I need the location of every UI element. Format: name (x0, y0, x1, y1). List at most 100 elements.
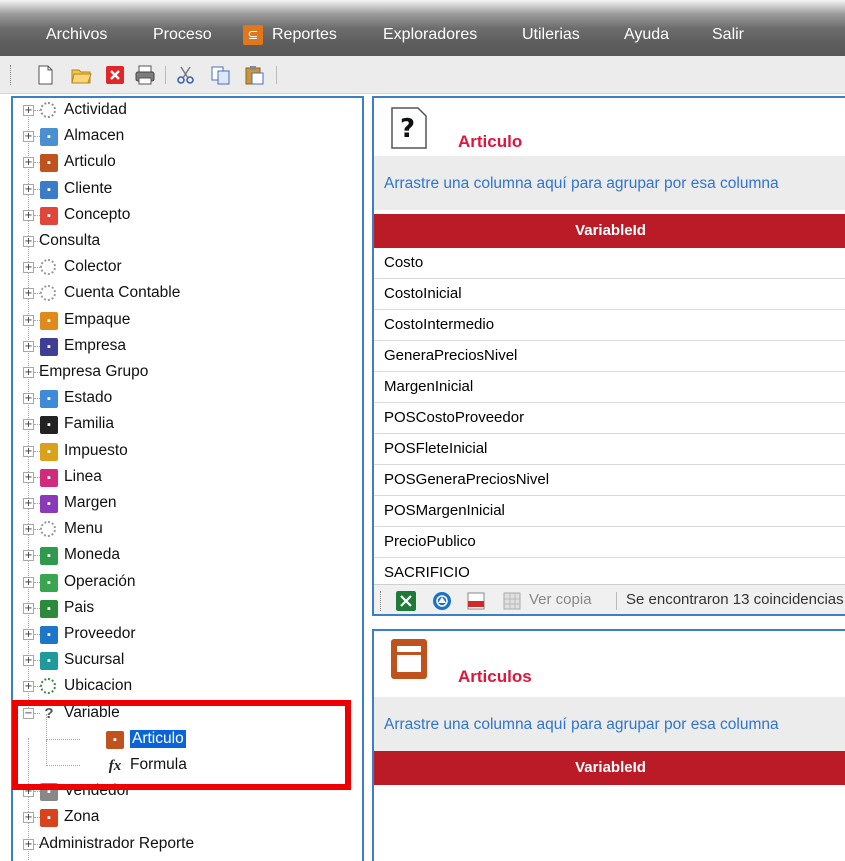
table-row[interactable]: POSGeneraPreciosNivel (374, 465, 845, 496)
expand-icon[interactable]: + (23, 524, 34, 536)
cut-icon[interactable] (175, 64, 197, 86)
group-by-bar[interactable]: Arrastre una columna aquí para agrupar p… (374, 697, 845, 751)
tree-item-label: Estado (64, 389, 113, 407)
tree-item-pais[interactable]: + ▪ Pais (13, 596, 362, 622)
expand-icon[interactable]: + (23, 131, 34, 143)
menu-bar: Archivos Proceso ⊆ Reportes Exploradores… (0, 0, 845, 56)
tree-item-empresa[interactable]: + ▪ Empresa (13, 334, 362, 360)
group-by-hint: Arrastre una columna aquí para agrupar p… (384, 175, 779, 192)
expand-icon[interactable]: + (23, 236, 34, 247)
panel-articulo: ? Articulo Arrastre una columna aquí par… (372, 96, 845, 616)
tree-item-administrador-reporte[interactable]: + Administrador Reporte (13, 832, 362, 858)
pdf-icon[interactable] (466, 591, 486, 611)
group-by-bar[interactable]: Arrastre una columna aquí para agrupar p… (374, 156, 845, 210)
expand-icon[interactable]: + (23, 812, 34, 824)
menu-ayuda[interactable]: Ayuda (624, 26, 669, 44)
tree-item-colector[interactable]: + Colector (13, 255, 362, 281)
expand-icon[interactable]: + (23, 629, 34, 640)
tree-item-ubicacion[interactable]: + Ubicacion (13, 674, 362, 700)
tree-item-familia[interactable]: + ▪ Familia (13, 412, 362, 438)
tree-item-label: Sucursal (64, 651, 125, 669)
tree-item-label: Articulo (64, 153, 116, 171)
expand-icon[interactable]: + (23, 419, 34, 431)
menu-reportes[interactable]: Reportes (272, 26, 337, 44)
tree-item-label: Colector (64, 258, 122, 276)
open-folder-icon[interactable] (70, 64, 92, 86)
tree-item-label: Menu (64, 520, 103, 538)
tree-item-articulo[interactable]: + ▪ Articulo (13, 150, 362, 176)
expand-icon[interactable]: + (23, 655, 34, 667)
tree-item-linea[interactable]: + ▪ Linea (13, 465, 362, 491)
tree-item-impuesto[interactable]: + ▪ Impuesto (13, 439, 362, 465)
table-row[interactable]: CostoIntermedio (374, 310, 845, 341)
expand-icon[interactable]: + (23, 471, 34, 483)
expand-icon[interactable]: + (23, 340, 34, 352)
ver-copia-button[interactable]: Ver copia (529, 591, 592, 608)
table-row[interactable]: POSCostoProveedor (374, 403, 845, 434)
table-row[interactable]: Costo (374, 248, 845, 279)
table-row[interactable]: POSFleteInicial (374, 434, 845, 465)
expand-icon[interactable]: + (23, 550, 34, 562)
sync-icon[interactable] (432, 591, 452, 611)
expand-icon[interactable]: + (23, 262, 34, 274)
flag-icon: ▪ (40, 599, 58, 618)
expand-icon[interactable]: + (23, 681, 34, 693)
table-row[interactable]: MargenInicial (374, 372, 845, 403)
menu-salir[interactable]: Salir (712, 26, 744, 44)
tree-item-proveedor[interactable]: + ▪ Proveedor (13, 622, 362, 648)
expand-icon[interactable]: + (23, 157, 34, 169)
expand-icon[interactable]: + (23, 838, 34, 850)
expand-icon[interactable]: + (23, 602, 34, 614)
expand-icon[interactable]: + (23, 498, 34, 509)
tree-item-empaque[interactable]: + ▪ Empaque (13, 308, 362, 334)
print-icon[interactable] (134, 64, 156, 86)
expand-icon[interactable]: + (23, 393, 34, 405)
grid-view-icon[interactable] (502, 591, 522, 611)
column-header-variableid[interactable]: VariableId (374, 214, 845, 248)
tree-item-concepto[interactable]: + ▪ Concepto (13, 203, 362, 229)
copy-icon[interactable] (210, 64, 232, 86)
expand-icon[interactable]: + (23, 367, 34, 378)
excel-icon[interactable] (396, 591, 416, 611)
tree-item-menu[interactable]: + Menu (13, 517, 362, 543)
menu-utilerias[interactable]: Utilerias (522, 26, 580, 44)
gear-icon (40, 102, 56, 118)
plus-circle-icon: ▪ (40, 573, 58, 592)
expand-icon[interactable]: + (23, 209, 34, 221)
expand-icon[interactable]: + (23, 445, 34, 457)
tree-item-moneda[interactable]: + ▪ Moneda (13, 543, 362, 569)
new-icon[interactable] (34, 64, 56, 86)
grid-footer: Ver copia Se encontraron 13 coincidencia… (374, 584, 845, 614)
expand-icon[interactable]: + (23, 288, 34, 300)
toolbar-grip[interactable] (10, 65, 13, 85)
menu-exploradores[interactable]: Exploradores (383, 26, 477, 44)
close-icon[interactable] (104, 64, 126, 86)
tree-item-cuenta-contable[interactable]: + Cuenta Contable (13, 281, 362, 307)
tree-item-cliente[interactable]: + ▪ Cliente (13, 177, 362, 203)
expand-icon[interactable]: + (23, 105, 34, 116)
truck-icon: ▪ (40, 626, 58, 644)
expand-icon[interactable]: + (23, 314, 34, 326)
expand-icon[interactable]: + (23, 576, 34, 588)
tree-item-estado[interactable]: + ▪ Estado (13, 386, 362, 412)
column-header-variableid[interactable]: VariableId (374, 751, 845, 785)
tree-item-zona[interactable]: + ▪ Zona (13, 805, 362, 831)
tree-item-empresa-grupo[interactable]: + Empresa Grupo (13, 360, 362, 386)
tree-item-almacen[interactable]: + ▪ Almacen (13, 124, 362, 150)
tree-item-label: Cuenta Contable (64, 284, 181, 302)
table-row[interactable]: POSMargenInicial (374, 496, 845, 527)
tree-item-sucursal[interactable]: + ▪ Sucursal (13, 648, 362, 674)
tree-item-consulta[interactable]: + Consulta (13, 229, 362, 255)
menu-archivos[interactable]: Archivos (46, 26, 107, 44)
tree-item-operacion[interactable]: + ▪ Operación (13, 570, 362, 596)
tree-item-actividad[interactable]: + Actividad (13, 98, 362, 124)
table-row[interactable]: CostoInicial (374, 279, 845, 310)
tree-item-margen[interactable]: + ▪ Margen (13, 491, 362, 517)
table-row[interactable]: GeneraPreciosNivel (374, 341, 845, 372)
tree-item-label: Zona (64, 808, 100, 826)
tree-item-label: Moneda (64, 546, 121, 564)
menu-proceso[interactable]: Proceso (153, 26, 212, 44)
paste-icon[interactable] (243, 64, 265, 86)
table-row[interactable]: PrecioPublico (374, 527, 845, 558)
expand-icon[interactable]: + (23, 183, 34, 195)
